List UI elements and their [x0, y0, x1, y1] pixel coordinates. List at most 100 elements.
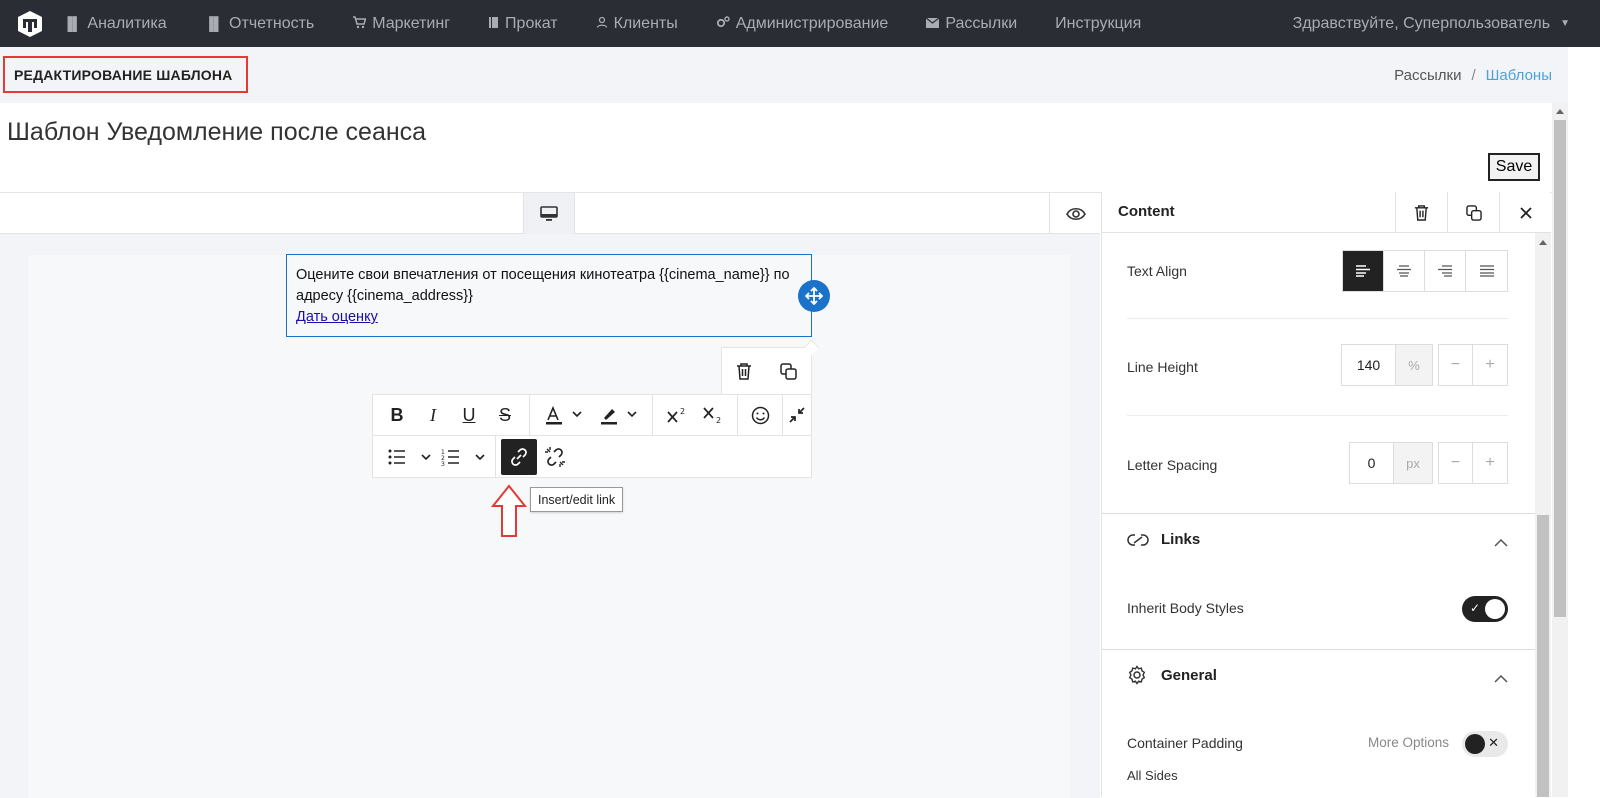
text-content[interactable]: Оцените свои впечатления от посещения ки…	[296, 267, 790, 304]
caret-down-icon: ▼	[1560, 18, 1570, 29]
rich-text-toolbar: B I U S 2 2 1 2 3	[372, 394, 812, 478]
subscript-icon: 2	[703, 407, 721, 424]
nav-clients[interactable]: Клиенты	[596, 15, 678, 33]
line-height-field: 140 %	[1341, 344, 1433, 386]
panel-scrollbar-thumb[interactable]	[1537, 515, 1549, 797]
italic-button[interactable]: I	[415, 395, 451, 436]
subscript-button[interactable]: 2	[695, 395, 731, 436]
more-options-toggle[interactable]: ✕	[1462, 731, 1508, 757]
svg-text:2: 2	[680, 407, 685, 416]
line-height-decrement[interactable]: −	[1439, 345, 1474, 385]
align-left-button[interactable]	[1343, 251, 1384, 291]
inherit-body-styles-toggle[interactable]: ✓	[1462, 596, 1508, 622]
align-right-icon	[1438, 265, 1452, 277]
highlight-color-button[interactable]	[592, 395, 646, 436]
strikethrough-button[interactable]: S	[487, 395, 523, 436]
save-button[interactable]: Save	[1488, 153, 1540, 181]
trash-icon	[737, 363, 752, 380]
book-icon	[488, 16, 499, 32]
template-title: Шаблон Уведомление после сеанса	[7, 118, 427, 146]
page-header: РЕДАКТИРОВАНИЕ ШАБЛОНА Рассылки / Шаблоны	[0, 47, 1600, 103]
duplicate-icon	[780, 362, 797, 380]
nav-reports[interactable]: ▐▌ Отчетность	[205, 15, 315, 33]
panel-delete-button[interactable]	[1395, 192, 1447, 233]
bullet-list-button[interactable]	[383, 436, 437, 477]
bar-chart-icon: ▐▌	[204, 16, 224, 31]
check-icon: ✓	[1470, 601, 1481, 615]
svg-text:2: 2	[716, 416, 721, 424]
inherit-body-styles-label: Inherit Body Styles	[1127, 600, 1244, 616]
nav-rental[interactable]: Прокат	[488, 15, 558, 33]
panel-header: Content	[1102, 192, 1551, 233]
remove-link-button[interactable]	[537, 436, 573, 477]
numbered-list-button[interactable]: 123	[437, 436, 491, 477]
align-center-button[interactable]	[1384, 251, 1425, 291]
letter-spacing-unit: px	[1393, 443, 1432, 483]
chevron-up-icon[interactable]	[1494, 670, 1508, 688]
drag-handle[interactable]	[798, 280, 830, 312]
letter-spacing-input[interactable]: 0	[1350, 443, 1393, 483]
underline-button[interactable]: U	[451, 395, 487, 436]
preview-button[interactable]	[1049, 193, 1101, 234]
letter-spacing-stepper: − +	[1438, 442, 1508, 484]
align-right-button[interactable]	[1425, 251, 1466, 291]
x-icon: ✕	[1488, 735, 1499, 750]
logo-icon[interactable]	[17, 10, 43, 38]
chevron-up-icon[interactable]	[1494, 534, 1508, 552]
superscript-button[interactable]: 2	[659, 395, 695, 436]
top-navbar: ▐▌ Аналитика ▐▌ Отчетность Маркетинг Прока…	[0, 0, 1600, 47]
text-color-icon	[546, 405, 582, 425]
align-justify-button[interactable]	[1466, 251, 1507, 291]
panel-duplicate-button[interactable]	[1447, 192, 1499, 233]
duplicate-icon	[1465, 204, 1482, 221]
superscript-icon: 2	[667, 407, 685, 423]
unlink-icon	[545, 446, 565, 467]
block-duplicate-button[interactable]	[767, 348, 812, 394]
breadcrumb-parent[interactable]: Рассылки	[1394, 67, 1461, 84]
link-icon	[511, 447, 527, 466]
links-section-title[interactable]: Links	[1161, 531, 1200, 548]
cart-icon	[352, 15, 367, 32]
nav-mailings[interactable]: Рассылки	[925, 15, 1017, 33]
red-arrow-annotation	[490, 484, 528, 537]
numbered-list-icon: 123	[441, 449, 485, 466]
nav-instructions[interactable]: Инструкция	[1055, 15, 1141, 33]
collapse-toolbar-button[interactable]	[783, 395, 811, 436]
text-block[interactable]: Оцените свои впечатления от посещения ки…	[286, 254, 812, 337]
emoji-button[interactable]	[741, 395, 779, 436]
line-height-increment[interactable]: +	[1473, 345, 1507, 385]
align-left-icon	[1356, 265, 1370, 277]
close-icon	[1519, 206, 1532, 219]
all-sides-label: All Sides	[1127, 768, 1178, 783]
align-center-icon	[1397, 265, 1411, 277]
bold-button[interactable]: B	[379, 395, 415, 436]
underline-icon: U	[462, 404, 476, 425]
letter-spacing-field: 0 px	[1349, 442, 1433, 484]
letter-spacing-decrement[interactable]: −	[1439, 443, 1474, 483]
desktop-view-button[interactable]	[523, 193, 575, 234]
insert-link-button[interactable]	[501, 438, 537, 475]
line-height-label: Line Height	[1127, 359, 1198, 375]
nav-marketing[interactable]: Маркетинг	[352, 15, 450, 33]
strikethrough-icon: S	[498, 404, 511, 425]
line-height-input[interactable]: 140	[1342, 345, 1395, 385]
highlighter-icon	[601, 409, 637, 425]
page-title: РЕДАКТИРОВАНИЕ ШАБЛОНА	[3, 56, 248, 93]
user-menu[interactable]: Здравствуйте, Суперпользователь ▼	[1293, 0, 1570, 47]
nav-analytics[interactable]: ▐▌ Аналитика	[63, 15, 167, 33]
panel-close-button[interactable]	[1499, 192, 1551, 233]
letter-spacing-increment[interactable]: +	[1473, 443, 1507, 483]
smiley-icon	[751, 406, 769, 424]
link-tooltip: Insert/edit link	[530, 487, 624, 512]
text-align-group	[1342, 250, 1508, 292]
general-section-title[interactable]: General	[1161, 667, 1217, 684]
rate-link[interactable]: Дать оценку	[296, 309, 378, 325]
breadcrumb-current[interactable]: Шаблоны	[1486, 67, 1552, 84]
page-scrollbar[interactable]	[1552, 103, 1568, 797]
nav-administration[interactable]: Администрирование	[716, 15, 888, 33]
page-scrollbar-thumb[interactable]	[1554, 120, 1566, 617]
text-color-button[interactable]	[536, 395, 592, 436]
panel-title: Content	[1118, 203, 1175, 220]
panel-scrollbar[interactable]	[1535, 233, 1551, 797]
block-delete-button[interactable]	[722, 348, 767, 394]
